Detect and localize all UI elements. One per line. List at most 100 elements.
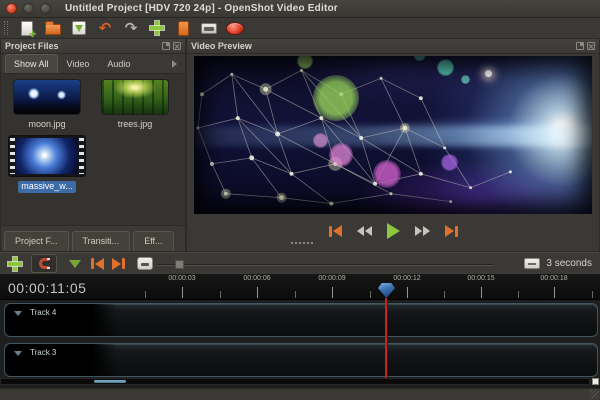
undo-arrow-icon <box>99 21 112 36</box>
jump-to-end-button[interactable] <box>445 225 458 237</box>
timeline[interactable]: 00:00:11:05 00:00:0300:00:0600:00:0900:0… <box>0 274 600 388</box>
ruler-major-tick <box>407 287 408 298</box>
snapping-button[interactable] <box>31 254 57 273</box>
arrow-tool-button[interactable] <box>69 254 81 274</box>
fullscreen-button[interactable] <box>196 18 222 38</box>
add-track-button[interactable] <box>8 254 22 274</box>
play-button[interactable] <box>387 223 400 239</box>
video-thumbnail-image <box>16 138 78 174</box>
rewind-button[interactable] <box>357 226 372 236</box>
window-maximize-button[interactable] <box>40 3 51 14</box>
rewind-icon <box>357 226 364 236</box>
panel-tab-eff[interactable]: Eff... <box>133 231 173 251</box>
undo-button[interactable] <box>92 18 118 38</box>
razor-tool-button[interactable] <box>137 254 153 274</box>
toolbar-grip[interactable] <box>4 21 8 35</box>
razor-icon <box>137 257 153 270</box>
open-project-button[interactable] <box>40 18 66 38</box>
openshot-window: Untitled Project [HDV 720 24p] - OpenSho… <box>0 0 600 400</box>
scrollbar-end-box[interactable] <box>592 378 599 385</box>
scale-icon <box>524 258 540 269</box>
next-marker-button[interactable] <box>112 254 125 274</box>
image-thumbnail <box>102 80 168 114</box>
ruler-time-label: 00:00:12 <box>393 275 420 282</box>
ruler-major-tick <box>182 287 183 298</box>
timeline-scrollbar[interactable] <box>0 378 590 385</box>
ruler-minor-tick <box>220 291 221 298</box>
filter-tab-show-all[interactable]: Show All <box>5 54 58 73</box>
zoom-slider[interactable] <box>157 255 493 273</box>
file-name: moon.jpg <box>25 119 68 131</box>
video-preview-title: Video Preview <box>191 41 252 51</box>
ruler-minor-tick <box>444 291 445 298</box>
window-bottom-edge <box>0 388 600 400</box>
next-marker-icon <box>122 258 125 269</box>
ruler-minor-tick <box>518 291 519 298</box>
project-files-panel: Project Files Show AllVideoAudio moon.jp… <box>0 38 186 252</box>
ruler-major-tick <box>332 287 333 298</box>
panel-tab-project-f[interactable]: Project F... <box>4 231 69 251</box>
project-files-header: Project Files <box>1 39 185 54</box>
chevron-down-icon <box>14 351 22 356</box>
playback-controls <box>187 223 599 239</box>
main-toolbar <box>0 18 600 38</box>
timeline-track[interactable]: Track 3 <box>4 343 598 377</box>
filter-tab-bar: Show AllVideoAudio <box>1 54 185 74</box>
jump-to-start-icon <box>333 225 342 237</box>
zoom-scale-label: 3 seconds <box>546 258 592 269</box>
resize-grip[interactable] <box>589 389 599 399</box>
jump-to-end-icon <box>455 226 458 237</box>
save-project-button[interactable] <box>66 18 92 38</box>
window-minimize-button[interactable] <box>23 3 34 14</box>
timeline-track[interactable]: Track 4 <box>4 303 598 337</box>
ruler-minor-tick <box>592 291 593 298</box>
jump-to-end-icon <box>445 225 454 237</box>
panel-tab-bar: Project F...Transiti...Eff... <box>1 225 185 251</box>
filter-tab-audio[interactable]: Audio <box>98 54 139 73</box>
ruler-time-label: 00:00:18 <box>540 275 567 282</box>
slider-handle[interactable] <box>175 260 184 269</box>
filter-tab-video[interactable]: Video <box>58 54 99 73</box>
file-item[interactable]: massive_w... <box>3 136 91 194</box>
ruler-major-tick <box>257 287 258 298</box>
video-canvas <box>194 56 592 214</box>
ruler-minor-tick <box>370 291 371 298</box>
panel-tab-transiti[interactable]: Transiti... <box>72 231 131 251</box>
fast-forward-icon <box>423 226 430 236</box>
file-item[interactable]: trees.jpg <box>91 80 179 132</box>
jump-to-start-button[interactable] <box>329 225 342 237</box>
magnet-icon <box>39 258 49 269</box>
green-plus-icon <box>8 257 22 271</box>
file-name: massive_w... <box>18 181 76 193</box>
export-video-button[interactable] <box>222 18 248 38</box>
video-preview-header: Video Preview <box>187 39 599 54</box>
chevron-down-icon <box>14 311 22 316</box>
file-item[interactable]: moon.jpg <box>3 80 91 132</box>
rewind-icon <box>365 226 372 236</box>
import-files-button[interactable] <box>144 18 170 38</box>
scrollbar-thumb[interactable] <box>94 380 126 383</box>
fast-forward-button[interactable] <box>415 226 430 236</box>
red-record-icon <box>226 22 244 35</box>
seek-handle[interactable] <box>291 242 313 246</box>
choose-profile-button[interactable] <box>170 18 196 38</box>
tab-overflow-icon[interactable] <box>172 60 181 68</box>
previous-marker-icon <box>91 258 94 269</box>
track-name-label: Track 3 <box>30 348 56 357</box>
image-thumbnail <box>14 80 80 114</box>
new-document-icon <box>21 21 33 36</box>
panel-close-icon[interactable] <box>587 42 595 50</box>
open-folder-icon <box>45 24 61 35</box>
panel-float-icon[interactable] <box>162 42 170 50</box>
panel-float-icon[interactable] <box>576 42 584 50</box>
ruler-time-label: 00:00:06 <box>243 275 270 282</box>
window-close-button[interactable] <box>6 3 17 14</box>
redo-button[interactable] <box>118 18 144 38</box>
video-preview-panel: Video Preview <box>186 38 600 252</box>
new-project-button[interactable] <box>14 18 40 38</box>
previous-marker-button[interactable] <box>91 254 104 274</box>
timeline-ruler[interactable]: 00:00:11:05 00:00:0300:00:0600:00:0900:0… <box>0 274 600 300</box>
panel-close-icon[interactable] <box>173 42 181 50</box>
redo-arrow-icon <box>125 21 138 36</box>
track-header <box>5 344 117 376</box>
